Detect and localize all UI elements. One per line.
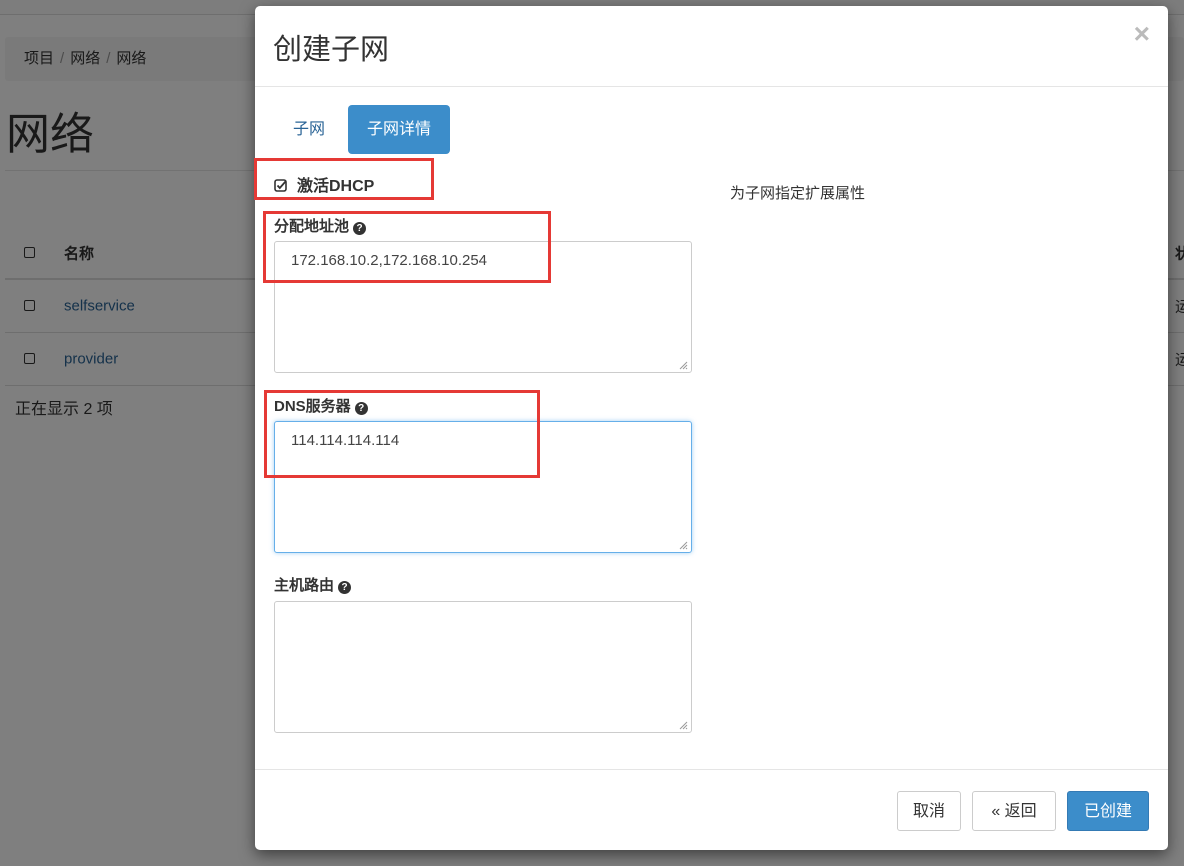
modal-header: 创建子网 × (255, 6, 1168, 87)
help-icon[interactable]: ? (353, 222, 367, 235)
create-subnet-modal: 创建子网 × 子网 子网详情 激活DHCP 分配地址池? 172.168.10.… (255, 6, 1168, 850)
host-routes-label-text: 主机路由 (274, 577, 335, 594)
modal-title: 创建子网 (273, 34, 390, 66)
enable-dhcp-label: 激活DHCP (297, 178, 375, 195)
cancel-button[interactable]: 取消 (897, 791, 961, 831)
create-button[interactable]: 已创建 (1067, 791, 1149, 831)
allocation-pools-textarea[interactable]: 172.168.10.2,172.168.10.254 (274, 241, 692, 373)
allocation-pools-label: 分配地址池? (274, 215, 367, 236)
enable-dhcp-checkbox[interactable]: 激活DHCP (274, 172, 374, 196)
allocation-pools-label-text: 分配地址池 (274, 218, 350, 235)
host-routes-textarea[interactable] (274, 601, 692, 733)
help-icon[interactable]: ? (354, 402, 368, 415)
dns-servers-textarea[interactable]: 114.114.114.114 (274, 421, 692, 553)
tab-subnet[interactable]: 子网 (274, 105, 344, 154)
tab-subnet-details[interactable]: 子网详情 (348, 105, 451, 154)
modal-footer-divider (255, 769, 1168, 770)
host-routes-label: 主机路由? (274, 574, 352, 595)
help-description: 为子网指定扩展属性 (730, 185, 866, 202)
dns-servers-label-text: DNS服务器 (274, 398, 351, 415)
resize-grip-icon[interactable] (679, 721, 688, 730)
back-button[interactable]: « 返回 (972, 791, 1056, 831)
help-icon[interactable]: ? (338, 581, 352, 594)
checked-checkbox-icon[interactable] (274, 179, 287, 192)
resize-grip-icon[interactable] (679, 541, 688, 550)
dns-servers-label: DNS服务器? (274, 395, 368, 416)
resize-grip-icon[interactable] (679, 361, 688, 370)
close-icon[interactable]: × (1134, 20, 1150, 48)
